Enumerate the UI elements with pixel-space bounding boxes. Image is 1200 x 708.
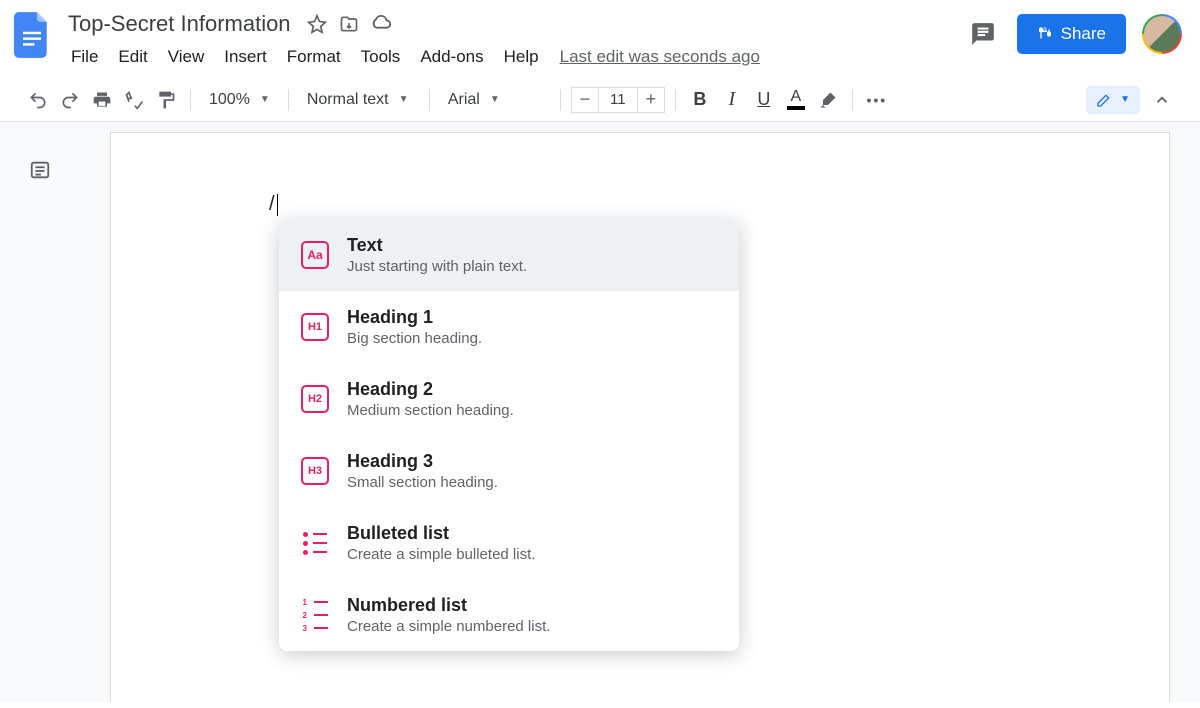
- account-avatar[interactable]: [1142, 14, 1182, 54]
- toolbar-separator: [560, 89, 561, 111]
- menu-addons[interactable]: Add-ons: [411, 43, 492, 71]
- menu-bar: File Edit View Insert Format Tools Add-o…: [62, 42, 965, 72]
- chevron-down-icon: ▼: [260, 94, 270, 105]
- comments-icon[interactable]: [965, 16, 1001, 52]
- toolbar-separator: [288, 89, 289, 111]
- font-size-stepper: − 11 +: [571, 87, 665, 113]
- slash-item-desc: Just starting with plain text.: [347, 258, 527, 275]
- menu-format[interactable]: Format: [278, 43, 350, 71]
- menu-tools[interactable]: Tools: [352, 43, 410, 71]
- menu-edit[interactable]: Edit: [109, 43, 156, 71]
- toolbar-separator: [675, 89, 676, 111]
- editor-text[interactable]: /: [269, 193, 278, 216]
- highlight-button[interactable]: [814, 86, 842, 114]
- last-edit-link[interactable]: Last edit was seconds ago: [560, 47, 760, 67]
- outline-toggle-button[interactable]: [24, 154, 56, 186]
- italic-button[interactable]: I: [718, 86, 746, 114]
- share-button-label: Share: [1061, 24, 1106, 44]
- document-canvas: / Aa Text Just starting with plain text.…: [0, 122, 1200, 702]
- docs-logo[interactable]: [12, 8, 52, 62]
- toolbar-separator: [852, 89, 853, 111]
- bold-button[interactable]: B: [686, 86, 714, 114]
- more-tools-button[interactable]: •••: [863, 86, 891, 114]
- font-size-value[interactable]: 11: [598, 88, 638, 112]
- toolbar-separator: [429, 89, 430, 111]
- chevron-down-icon: ▼: [490, 94, 500, 105]
- font-family-dropdown[interactable]: Arial ▼: [440, 86, 550, 114]
- redo-button[interactable]: [56, 86, 84, 114]
- toolbar-separator: [190, 89, 191, 111]
- slash-item-desc: Small section heading.: [347, 474, 498, 491]
- slash-item-desc: Create a simple bulleted list.: [347, 546, 535, 563]
- numbered-list-icon: 1 2 3: [301, 601, 329, 629]
- slash-item-title: Heading 2: [347, 379, 514, 400]
- print-button[interactable]: [88, 86, 116, 114]
- slash-item-numbered-list[interactable]: 1 2 3 Numbered list Create a simple numb…: [279, 579, 739, 651]
- chevron-down-icon: ▼: [399, 94, 409, 105]
- font-size-increase[interactable]: +: [638, 88, 664, 112]
- slash-item-desc: Create a simple numbered list.: [347, 618, 550, 635]
- slash-item-heading2[interactable]: H2 Heading 2 Medium section heading.: [279, 363, 739, 435]
- slash-item-title: Bulleted list: [347, 523, 535, 544]
- slash-command-menu: Aa Text Just starting with plain text. H…: [279, 219, 739, 651]
- text-cursor: [277, 194, 278, 216]
- zoom-value: 100%: [209, 91, 250, 109]
- slash-item-title: Heading 3: [347, 451, 498, 472]
- slash-item-title: Heading 1: [347, 307, 482, 328]
- paragraph-style-value: Normal text: [307, 91, 389, 109]
- slash-item-desc: Medium section heading.: [347, 402, 514, 419]
- editing-mode-dropdown[interactable]: ▼: [1086, 86, 1140, 114]
- document-page[interactable]: / Aa Text Just starting with plain text.…: [110, 132, 1170, 702]
- slash-item-text[interactable]: Aa Text Just starting with plain text.: [279, 219, 739, 291]
- bulleted-list-icon: [301, 529, 329, 557]
- underline-button[interactable]: U: [750, 86, 778, 114]
- share-button[interactable]: Share: [1017, 14, 1126, 54]
- slash-item-title: Text: [347, 235, 527, 256]
- collapse-toolbar-button[interactable]: [1148, 86, 1176, 114]
- cloud-status-icon[interactable]: [369, 12, 393, 36]
- font-family-value: Arial: [448, 91, 480, 109]
- typed-characters: /: [269, 193, 275, 215]
- chevron-down-icon: ▼: [1120, 94, 1130, 105]
- menu-file[interactable]: File: [62, 43, 107, 71]
- slash-item-bulleted-list[interactable]: Bulleted list Create a simple bulleted l…: [279, 507, 739, 579]
- paint-format-button[interactable]: [152, 86, 180, 114]
- slash-item-desc: Big section heading.: [347, 330, 482, 347]
- menu-insert[interactable]: Insert: [215, 43, 276, 71]
- heading3-icon: H3: [301, 457, 329, 485]
- undo-button[interactable]: [24, 86, 52, 114]
- slash-item-heading3[interactable]: H3 Heading 3 Small section heading.: [279, 435, 739, 507]
- spellcheck-button[interactable]: [120, 86, 148, 114]
- menu-view[interactable]: View: [159, 43, 214, 71]
- toolbar: 100% ▼ Normal text ▼ Arial ▼ − 11 + B I …: [0, 78, 1200, 122]
- slash-item-heading1[interactable]: H1 Heading 1 Big section heading.: [279, 291, 739, 363]
- heading1-icon: H1: [301, 313, 329, 341]
- move-icon[interactable]: [337, 12, 361, 36]
- text-color-button[interactable]: A: [782, 86, 810, 114]
- text-block-icon: Aa: [301, 241, 329, 269]
- star-icon[interactable]: [305, 12, 329, 36]
- slash-item-title: Numbered list: [347, 595, 550, 616]
- heading2-icon: H2: [301, 385, 329, 413]
- font-size-decrease[interactable]: −: [572, 88, 598, 112]
- menu-help[interactable]: Help: [495, 43, 548, 71]
- document-title[interactable]: Top-Secret Information: [62, 9, 297, 39]
- paragraph-style-dropdown[interactable]: Normal text ▼: [299, 86, 419, 114]
- zoom-dropdown[interactable]: 100% ▼: [201, 86, 278, 114]
